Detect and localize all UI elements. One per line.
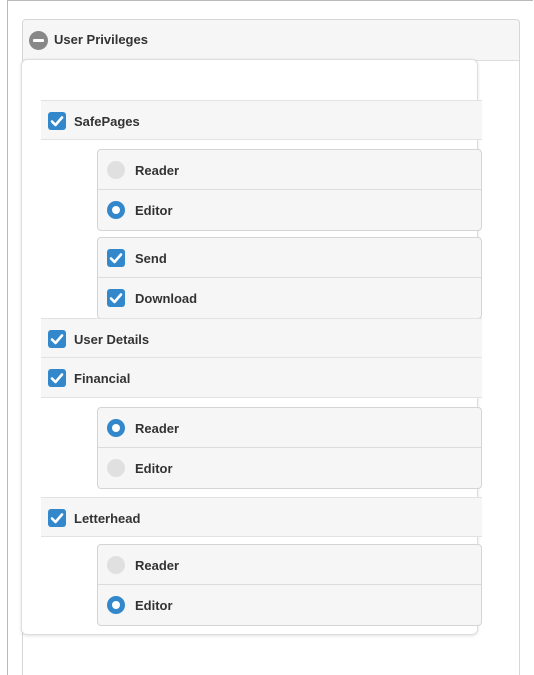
checkbox-checked-icon[interactable] — [107, 289, 125, 307]
radio-option-editor[interactable]: Editor — [98, 585, 481, 625]
safepages-permission-group: Send Download — [97, 237, 482, 319]
radio-label: Editor — [135, 598, 173, 613]
checkbox-label: Send — [135, 251, 167, 266]
radio-on-icon[interactable] — [107, 596, 125, 614]
radio-off-icon[interactable] — [107, 459, 125, 477]
privilege-safepages[interactable]: SafePages — [41, 100, 482, 140]
radio-label: Editor — [135, 461, 173, 476]
radio-label: Editor — [135, 203, 173, 218]
checkbox-checked-icon[interactable] — [48, 112, 66, 130]
radio-label: Reader — [135, 163, 180, 178]
privilege-letterhead[interactable]: Letterhead — [41, 497, 482, 537]
privilege-label: User Details — [74, 332, 150, 347]
radio-option-editor[interactable]: Editor — [98, 190, 481, 230]
radio-off-icon[interactable] — [107, 161, 125, 179]
checkbox-checked-icon[interactable] — [48, 330, 66, 348]
privilege-label: SafePages — [74, 114, 140, 129]
safepages-role-group: Reader Editor — [97, 149, 482, 231]
panel-title: User Privileges — [54, 32, 148, 47]
privilege-financial[interactable]: Financial — [41, 358, 482, 398]
radio-label: Reader — [135, 421, 180, 436]
checkbox-option-download[interactable]: Download — [98, 278, 481, 318]
radio-option-reader[interactable]: Reader — [98, 408, 481, 448]
panel-header[interactable]: User Privileges — [23, 20, 519, 61]
radio-on-icon[interactable] — [107, 419, 125, 437]
privilege-label: Financial — [74, 371, 131, 386]
privilege-label: Letterhead — [74, 511, 141, 526]
radio-option-editor[interactable]: Editor — [98, 448, 481, 488]
radio-label: Reader — [135, 558, 180, 573]
minus-circle-icon[interactable] — [29, 31, 48, 50]
checkbox-checked-icon[interactable] — [48, 369, 66, 387]
financial-role-group: Reader Editor — [97, 407, 482, 489]
radio-option-reader[interactable]: Reader — [98, 545, 481, 585]
checkbox-checked-icon[interactable] — [48, 509, 66, 527]
letterhead-role-group: Reader Editor — [97, 544, 482, 626]
checkbox-checked-icon[interactable] — [107, 249, 125, 267]
checkbox-label: Download — [135, 291, 198, 306]
privilege-user-details[interactable]: User Details — [41, 318, 482, 358]
radio-on-icon[interactable] — [107, 201, 125, 219]
radio-off-icon[interactable] — [107, 556, 125, 574]
radio-option-reader[interactable]: Reader — [98, 150, 481, 190]
checkbox-option-send[interactable]: Send — [98, 238, 481, 278]
